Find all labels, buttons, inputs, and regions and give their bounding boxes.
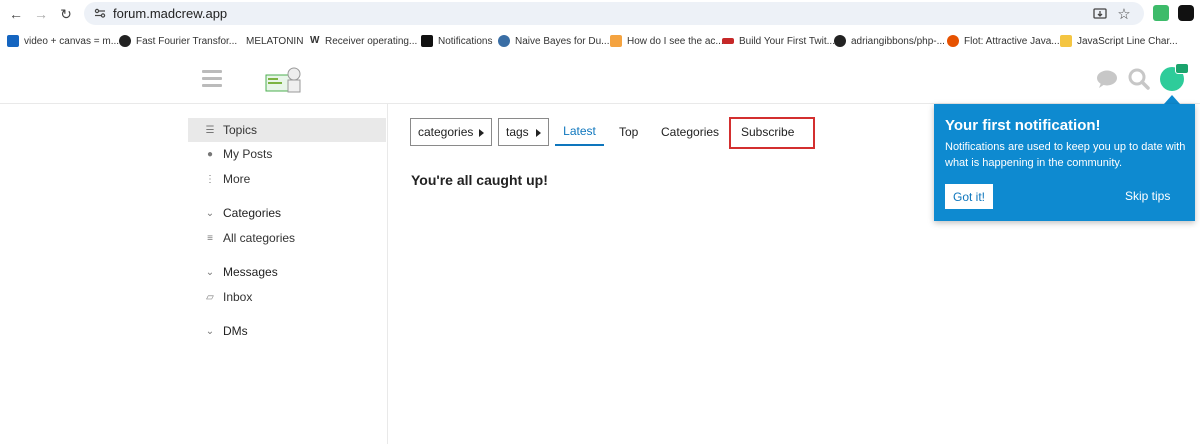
bookmark-label: Fast Fourier Transfor... [136, 35, 238, 47]
sidebar-section-messages[interactable]: ⌄ Messages [188, 261, 386, 283]
chat-icon[interactable] [1095, 67, 1119, 91]
skip-tips-link[interactable]: Skip tips [1125, 189, 1170, 203]
bookmark-favicon-icon [947, 35, 959, 47]
more-vertical-icon: ⋮ [205, 173, 215, 185]
bookmark-label: Build Your First Twit... [739, 35, 835, 47]
bookmark-favicon-icon [7, 35, 19, 47]
dropdown-label: categories [418, 125, 474, 139]
site-info-icon[interactable] [94, 7, 106, 19]
bookmark-item[interactable]: adriangibbons/php-... [834, 34, 945, 48]
tip-title: Your first notification! [945, 117, 1101, 134]
caret-right-icon [536, 129, 541, 137]
forward-icon[interactable]: → [31, 4, 51, 24]
sidebar-item-topics[interactable]: ☰ Topics [188, 118, 386, 142]
bookmark-label: Notifications [438, 35, 493, 47]
site-logo[interactable] [264, 65, 306, 95]
tip-body: Notifications are used to keep you up to… [945, 141, 1186, 169]
hamburger-menu-icon[interactable] [202, 70, 222, 88]
extension-icon[interactable] [1153, 5, 1169, 21]
tab-top[interactable]: Top [619, 118, 638, 146]
bookmark-favicon-icon [1060, 35, 1072, 47]
sidebar-item-label: All categories [223, 231, 296, 245]
site-header [0, 54, 1200, 104]
sidebar-item-label: Topics [223, 123, 258, 137]
section-header: DMs [223, 324, 248, 338]
tags-dropdown[interactable]: tags [498, 118, 549, 146]
browser-toolbar: ← → ↻ forum.madcrew.app ☆ [0, 0, 1200, 28]
github-icon [834, 35, 846, 47]
bookmark-label: adriangibbons/php-... [851, 35, 945, 47]
caret-right-icon [479, 129, 484, 137]
bookmark-label: Naive Bayes for Du... [515, 35, 610, 47]
sidebar-item-more[interactable]: ⋮ More [188, 167, 386, 191]
bookmark-item[interactable]: Naive Bayes for Du... [498, 34, 609, 48]
address-bar[interactable]: forum.madcrew.app ☆ [84, 2, 1144, 25]
install-app-icon[interactable] [1092, 6, 1108, 22]
bookmark-item[interactable]: How do I see the ac... [610, 34, 724, 48]
notification-tip: Your first notification! Notifications a… [934, 104, 1195, 221]
url-text[interactable]: forum.madcrew.app [113, 6, 227, 21]
bookmark-label: JavaScript Line Char... [1077, 35, 1178, 47]
inbox-icon: ▱ [206, 291, 214, 303]
extension-lock-icon[interactable] [1178, 5, 1194, 21]
bookmarks-bar: video + canvas = m... Fast Fourier Trans… [0, 28, 1200, 54]
sidebar-item-all-categories[interactable]: ≡ All categories [188, 226, 386, 250]
highlight-box [729, 117, 815, 149]
categories-dropdown[interactable]: categories [410, 118, 492, 146]
empty-state-message: You're all caught up! [411, 172, 548, 188]
tip-arrow [1164, 95, 1180, 104]
bookmark-item[interactable]: Build Your First Twit... [722, 34, 835, 48]
stackoverflow-icon [610, 35, 622, 47]
github-icon [119, 35, 131, 47]
got-it-button[interactable]: Got it! [945, 184, 993, 209]
tab-categories[interactable]: Categories [661, 118, 719, 146]
reload-icon[interactable]: ↻ [56, 4, 76, 24]
bookmark-label: MELATONIN [246, 35, 304, 47]
bookmark-item[interactable]: Fast Fourier Transfor... [119, 34, 237, 48]
section-header: Messages [223, 265, 278, 279]
user-icon: ● [206, 148, 214, 160]
sidebar-item-label: More [223, 172, 251, 186]
chevron-down-icon: ⌄ [205, 207, 215, 219]
tab-latest[interactable]: Latest [555, 118, 604, 146]
wikipedia-icon: W [310, 35, 320, 47]
bookmark-item[interactable]: Notifications [421, 34, 492, 48]
bookmark-item[interactable]: Flot: Attractive Java... [947, 34, 1060, 48]
dropdown-label: tags [506, 125, 529, 139]
bookmark-star-icon[interactable]: ☆ [1116, 6, 1132, 23]
layers-icon: ☰ [205, 124, 215, 136]
chevron-down-icon: ⌄ [205, 325, 215, 337]
chevron-down-icon: ⌄ [205, 266, 215, 278]
globe-icon [498, 35, 510, 47]
sidebar-section-dms[interactable]: ⌄ DMs [188, 320, 386, 342]
section-header: Categories [223, 206, 282, 220]
x-icon [421, 35, 433, 47]
bookmark-item[interactable]: video + canvas = m... [7, 34, 119, 48]
sidebar: ☰ Topics ● My Posts ⋮ More ⌄ Categories … [188, 104, 388, 444]
bookmark-item[interactable]: MELATONIN [246, 34, 303, 48]
back-icon[interactable]: ← [6, 4, 26, 24]
bookmark-label: Receiver operating... [325, 35, 418, 47]
sidebar-item-my-posts[interactable]: ● My Posts [188, 142, 386, 166]
bookmark-item[interactable]: W Receiver operating... [310, 34, 417, 48]
sidebar-section-categories[interactable]: ⌄ Categories [188, 202, 386, 224]
notification-badge-icon[interactable] [1175, 63, 1189, 74]
bookmark-item[interactable]: JavaScript Line Char... [1060, 34, 1178, 48]
bookmark-label: How do I see the ac... [627, 35, 724, 47]
search-icon[interactable] [1127, 67, 1151, 91]
bookmark-label: Flot: Attractive Java... [964, 35, 1060, 47]
sidebar-item-label: My Posts [223, 147, 273, 161]
list-icon: ≡ [207, 232, 213, 244]
bookmark-favicon-icon [722, 38, 734, 44]
sidebar-item-inbox[interactable]: ▱ Inbox [188, 285, 386, 309]
sidebar-item-label: Inbox [223, 290, 253, 304]
bookmark-label: video + canvas = m... [24, 35, 120, 47]
